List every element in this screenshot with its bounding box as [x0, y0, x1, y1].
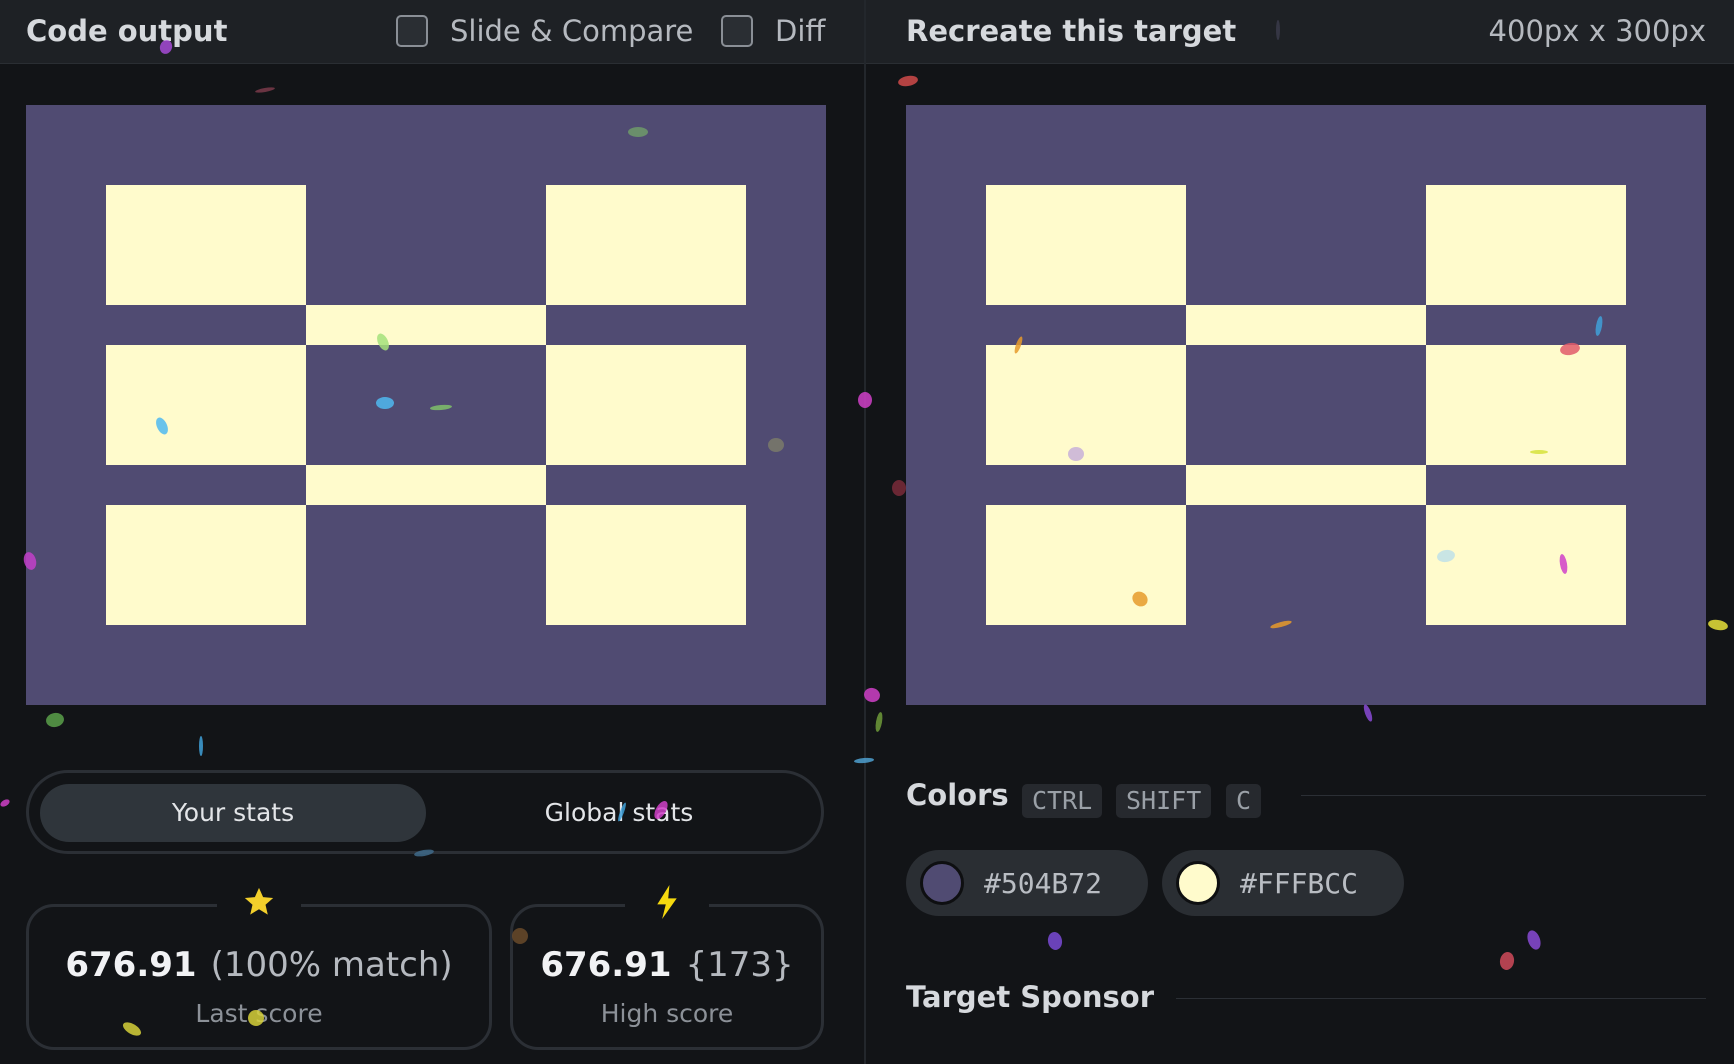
color-swatch-2-hex: #FFFBCC	[1240, 866, 1359, 900]
lightning-icon	[625, 885, 709, 925]
pattern-block	[1426, 505, 1626, 625]
high-score-rank: {173}	[685, 945, 794, 985]
target-header: Recreate this target 400px x 300px	[866, 0, 1734, 64]
colors-title: Colors	[906, 778, 1009, 812]
high-score-caption: High score	[600, 999, 734, 1028]
pattern-block	[546, 185, 746, 305]
pattern-block	[1426, 345, 1626, 465]
code-output-canvas[interactable]	[26, 105, 826, 705]
code-output-title: Code output	[26, 14, 228, 48]
slide-compare-label: Slide & Compare	[450, 14, 694, 48]
last-score-caption: Last score	[195, 999, 323, 1028]
slide-compare-checkbox[interactable]	[396, 15, 428, 47]
pattern-block	[1186, 465, 1426, 505]
slide-compare-toggle[interactable]: Slide & Compare	[396, 14, 693, 48]
target-dimensions: 400px x 300px	[1488, 14, 1706, 48]
pattern-block	[106, 345, 306, 465]
last-score-value: 676.91	[65, 945, 197, 985]
pattern-block	[546, 345, 746, 465]
target-sponsor-title: Target Sponsor	[906, 980, 1155, 1014]
target-canvas	[906, 105, 1706, 705]
pattern-block	[546, 505, 746, 625]
last-score-value-row: 676.91 (100% match)	[29, 945, 489, 985]
pattern-block	[986, 505, 1186, 625]
color-swatch-1[interactable]: #504B72	[906, 850, 1148, 916]
color-swatch-2[interactable]: #FFFBCC	[1162, 850, 1404, 916]
code-output-header: Code output Slide & Compare Diff	[0, 0, 865, 64]
star-icon	[217, 885, 301, 925]
sponsor-divider	[1176, 998, 1706, 999]
last-score-match: (100% match)	[210, 945, 453, 985]
pattern-block	[1186, 305, 1426, 345]
pattern-block	[106, 505, 306, 625]
diff-checkbox[interactable]	[721, 15, 753, 47]
tab-global-stats[interactable]: Global stats	[426, 784, 812, 842]
tab-your-stats[interactable]: Your stats	[40, 784, 426, 842]
high-score-card: 676.91 {173} High score	[510, 885, 824, 1050]
diff-label: Diff	[775, 14, 826, 48]
stats-tabs: Your stats Global stats	[26, 770, 824, 854]
shortcut-key-ctrl: CTRL	[1022, 784, 1103, 818]
high-score-value-row: 676.91 {173}	[513, 945, 821, 985]
pattern-block	[306, 305, 546, 345]
target-panel: Recreate this target 400px x 300px Color…	[866, 0, 1734, 1064]
code-output-panel: Code output Slide & Compare Diff Your st…	[0, 0, 865, 1064]
diff-toggle[interactable]: Diff	[721, 14, 825, 48]
target-title: Recreate this target	[906, 14, 1237, 48]
color-swatch-1-hex: #504B72	[984, 866, 1103, 900]
shortcut-key-shift: SHIFT	[1116, 784, 1212, 818]
colors-divider	[1301, 795, 1706, 796]
color-swatch-1-dot	[920, 861, 964, 905]
pattern-block	[986, 185, 1186, 305]
shortcut-key-c: C	[1226, 784, 1262, 818]
color-swatch-2-dot	[1176, 861, 1220, 905]
last-score-card: 676.91 (100% match) Last score	[26, 885, 492, 1050]
high-score-value: 676.91	[540, 945, 672, 985]
pattern-block	[106, 185, 306, 305]
pattern-block	[1426, 185, 1626, 305]
pattern-block	[986, 345, 1186, 465]
pattern-block	[306, 465, 546, 505]
